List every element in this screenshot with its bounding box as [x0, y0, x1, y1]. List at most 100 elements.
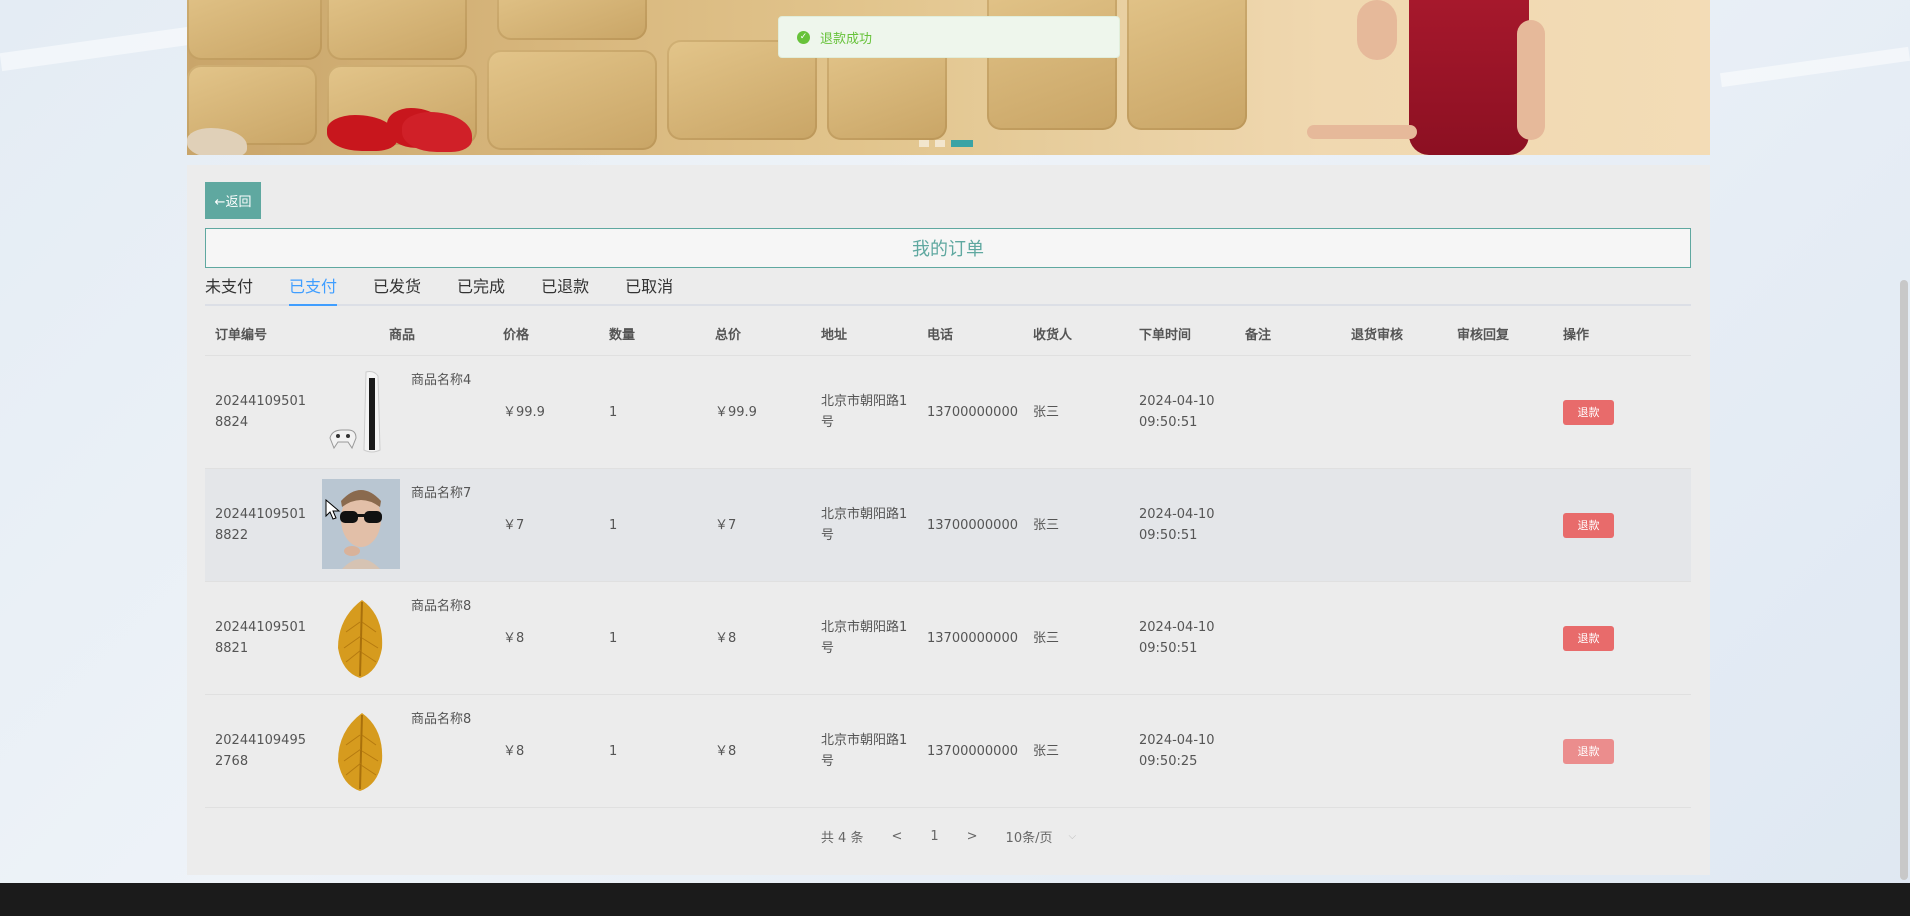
background-streak — [1719, 46, 1910, 88]
quantity: 1 — [609, 743, 618, 759]
header-note: 备注 — [1245, 327, 1272, 343]
tab-completed[interactable]: 已完成 — [457, 274, 505, 304]
order-time: 2024-04-10 09:50:51 — [1139, 394, 1215, 430]
header-recipient: 收货人 — [1033, 327, 1073, 343]
back-button[interactable]: ←返回 — [205, 182, 261, 219]
tab-refunded[interactable]: 已退款 — [541, 274, 589, 304]
goods-name: 商品名称4 — [411, 373, 472, 388]
next-page-button[interactable]: > — [967, 829, 978, 844]
goods-cell: 商品名称4 — [311, 356, 493, 468]
header-return-audit: 退货审核 — [1351, 327, 1404, 343]
prev-page-button[interactable]: < — [891, 829, 902, 844]
header-audit-reply: 审核回复 — [1457, 327, 1510, 343]
scrollbar[interactable] — [1900, 280, 1908, 880]
phone: 13700000000 — [927, 404, 1018, 420]
recipient: 张三 — [1033, 404, 1060, 420]
header-total: 总价 — [715, 327, 742, 343]
price: ￥99.9 — [503, 404, 545, 420]
goods-cell: 商品名称7 — [311, 469, 493, 581]
refund-button[interactable]: 退款 — [1563, 625, 1614, 651]
total: ￥99.9 — [715, 404, 757, 420]
actions-cell: 退款 — [1553, 738, 1659, 764]
table-row: 202441095018824 商品名称4 ￥99.9 1 ￥99.9 北京市朝… — [205, 356, 1691, 469]
address: 北京市朝阳路1号 — [821, 394, 908, 430]
recipient: 张三 — [1033, 630, 1060, 646]
actions-cell: 退款 — [1553, 625, 1659, 651]
phone: 13700000000 — [927, 517, 1018, 533]
dried-leaf-image — [322, 705, 400, 795]
model-arm — [1357, 0, 1397, 60]
banner-tile — [1127, 0, 1247, 130]
address: 北京市朝阳路1号 — [821, 620, 908, 656]
goods-cell: 商品名称8 — [311, 695, 493, 807]
refund-button[interactable]: 退款 — [1563, 399, 1614, 425]
address: 北京市朝阳路1号 — [821, 733, 908, 769]
table-row: 202441094952768 商品名称8 ￥8 1 ￥8 北京市朝阳路1号 1… — [205, 695, 1691, 808]
phone: 13700000000 — [927, 743, 1018, 759]
success-toast: ✓ 退款成功 — [778, 16, 1120, 58]
carousel-dot[interactable] — [919, 140, 929, 147]
footer-bar — [0, 883, 1910, 916]
model-arm — [1517, 20, 1545, 140]
recipient: 张三 — [1033, 517, 1060, 533]
pagination: 共 4 条 < 1 > 10条/页 ⌵ — [187, 827, 1710, 846]
order-time: 2024-04-10 09:50:51 — [1139, 620, 1215, 656]
chevron-down-icon: ⌵ — [1068, 831, 1077, 842]
quantity: 1 — [609, 404, 618, 420]
total: ￥8 — [715, 743, 737, 759]
order-id: 202441095018822 — [215, 507, 306, 543]
page-size-select[interactable]: 10条/页 ⌵ — [1006, 827, 1077, 846]
carousel-dot-active[interactable] — [951, 140, 973, 147]
refund-button[interactable]: 退款 — [1563, 512, 1614, 538]
recipient: 张三 — [1033, 743, 1060, 759]
page-number[interactable]: 1 — [930, 829, 938, 844]
order-time: 2024-04-10 09:50:51 — [1139, 507, 1215, 543]
toast-message: 退款成功 — [820, 31, 873, 47]
order-id: 202441095018824 — [215, 394, 306, 430]
page-size-value: 10条/页 — [1005, 831, 1053, 846]
order-time: 2024-04-10 09:50:25 — [1139, 733, 1215, 769]
orders-panel: ←返回 我的订单 未支付 已支付 已发货 已完成 已退款 已取消 订单编号 商品… — [187, 165, 1710, 875]
background-streak — [0, 26, 191, 72]
banner-tile — [327, 0, 467, 60]
model-hand — [1307, 125, 1417, 139]
tab-unpaid[interactable]: 未支付 — [205, 274, 253, 304]
goods-cell: 商品名称8 — [311, 582, 493, 694]
orders-table: 订单编号 商品 价格 数量 总价 地址 电话 收货人 下单时间 备注 退货审核 … — [205, 315, 1691, 808]
order-id: 202441095018821 — [215, 620, 306, 656]
order-status-tabs: 未支付 已支付 已发货 已完成 已退款 已取消 — [205, 274, 1691, 306]
header-price: 价格 — [503, 327, 530, 343]
table-header: 订单编号 商品 价格 数量 总价 地址 电话 收货人 下单时间 备注 退货审核 … — [205, 315, 1691, 356]
table-row: 202441095018822 商品名称7 ￥7 1 ￥7 北京市朝阳路1号 1… — [205, 469, 1691, 582]
table-row: 202441095018821 商品名称8 ￥8 1 ￥8 北京市朝阳路1号 1… — [205, 582, 1691, 695]
header-actions: 操作 — [1563, 327, 1590, 343]
banner-tile — [487, 50, 657, 150]
carousel-dot[interactable] — [935, 140, 945, 147]
carousel-indicators — [919, 140, 973, 147]
game-console-image — [322, 366, 400, 456]
header-order-id: 订单编号 — [215, 327, 268, 343]
model-dress — [1409, 0, 1529, 155]
refund-button[interactable]: 退款 — [1563, 738, 1614, 764]
tab-cancelled[interactable]: 已取消 — [625, 274, 673, 304]
header-quantity: 数量 — [609, 327, 636, 343]
banner-tile — [187, 0, 322, 60]
total: ￥8 — [715, 630, 737, 646]
quantity: 1 — [609, 630, 618, 646]
price: ￥7 — [503, 517, 525, 533]
actions-cell: 退款 — [1553, 512, 1659, 538]
banner-tile — [497, 0, 647, 40]
phone: 13700000000 — [927, 630, 1018, 646]
price: ￥8 — [503, 630, 525, 646]
tab-paid[interactable]: 已支付 — [289, 274, 338, 306]
mouse-cursor-icon — [325, 499, 341, 520]
page-title-text: 我的订单 — [912, 239, 984, 260]
order-id: 202441094952768 — [215, 733, 306, 769]
address: 北京市朝阳路1号 — [821, 507, 908, 543]
page-title: 我的订单 — [205, 228, 1691, 268]
header-address: 地址 — [821, 327, 848, 343]
goods-name: 商品名称8 — [411, 712, 472, 727]
tab-shipped[interactable]: 已发货 — [373, 274, 421, 304]
pagination-total: 共 4 条 — [820, 831, 864, 846]
header-order-time: 下单时间 — [1139, 327, 1192, 343]
